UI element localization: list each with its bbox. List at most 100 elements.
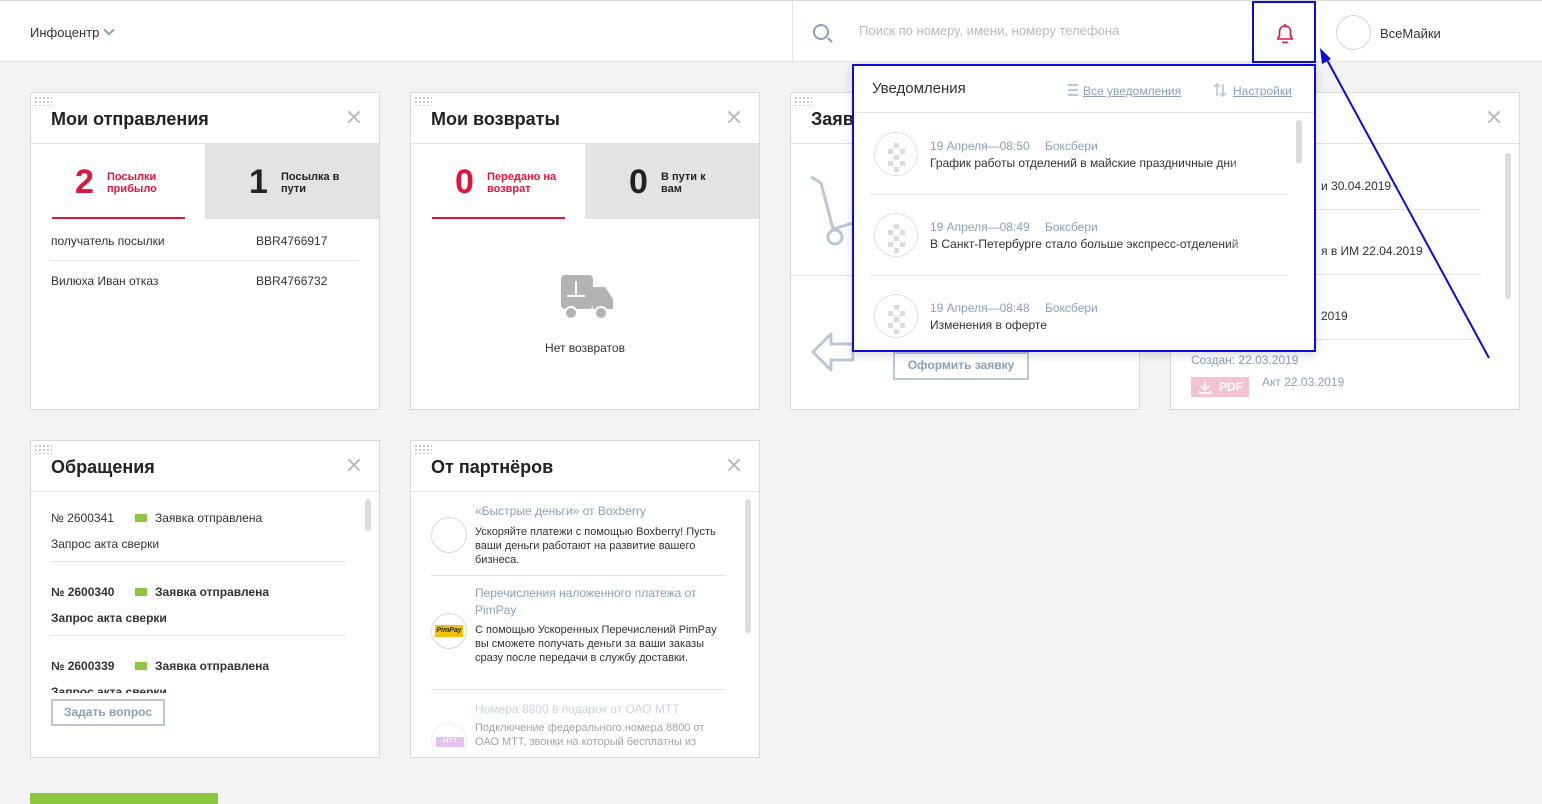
appeals-card: Обращения № 2600341 Заявка отправлена За… — [30, 440, 380, 758]
boxberry-logo — [874, 132, 918, 176]
notification-source: Боксбери — [1045, 220, 1098, 234]
create-request-button[interactable]: Оформить заявку — [893, 352, 1029, 380]
notification-item[interactable]: 19 Апреля—08:50 Боксбери График работы о… — [870, 114, 1288, 195]
drag-handle[interactable] — [34, 444, 52, 454]
stat-number: 1 — [249, 163, 268, 201]
search-input[interactable] — [859, 23, 1189, 38]
avatar[interactable] — [1336, 15, 1371, 50]
divider — [51, 635, 346, 636]
scrollbar[interactable] — [1505, 153, 1511, 299]
partner-text: Подключение федерального номера 8800 от … — [475, 722, 705, 748]
close-icon[interactable] — [1487, 110, 1501, 124]
pdf-label: PDF — [1219, 380, 1243, 394]
divider — [51, 561, 346, 562]
ticket-item[interactable]: № 2600341 Заявка отправлена Запрос акта … — [51, 511, 351, 575]
notification-date: 19 Апреля—08:49 — [930, 220, 1030, 234]
green-action-button[interactable] — [30, 793, 218, 804]
stat-in-transit[interactable]: 1 Посылка в пути — [205, 144, 379, 219]
notifications-title: Уведомления — [872, 80, 966, 97]
partner-item[interactable]: МТТ Номера 8800 в подарок от ОАО МТТ Под… — [431, 701, 727, 751]
ticket-number: № 2600341 — [51, 511, 114, 525]
ticket-subject: Запрос акта сверки — [51, 611, 167, 625]
partners-list: «Быстрые деньги» от Boxberry Ускоряйте п… — [411, 499, 759, 751]
stat-returns-transit[interactable]: 0 В пути к вам — [585, 144, 759, 219]
stat-label: Посылки прибыло — [107, 171, 157, 195]
boxberry-logo — [874, 213, 918, 257]
pdf-download-button[interactable]: PDF — [1191, 377, 1249, 397]
partner-title[interactable]: Номера 8800 в подарок от ОАО МТТ — [475, 701, 725, 718]
ticket-subject: Запрос акта сверки — [51, 685, 167, 693]
my-shipments-card: Мои отправления 2 Посылки прибыло 1 Посы… — [30, 92, 380, 410]
ticket-item[interactable]: № 2600339 Заявка отправлена Запрос акта … — [51, 659, 351, 693]
close-icon[interactable] — [347, 110, 361, 124]
partner-title[interactable]: Перечисления наложенного платежа от PimP… — [475, 585, 725, 619]
notification-text: В Санкт-Петербурге стало больше экспресс… — [930, 237, 1239, 251]
notification-text: Изменения в оферте — [930, 318, 1047, 332]
partner-title[interactable]: «Быстрые деньги» от Boxberry — [475, 503, 725, 520]
tracking-code[interactable]: BBR4766732 — [256, 274, 327, 288]
document-line[interactable]: я в ИМ 22.04.2019 — [1321, 244, 1423, 258]
close-icon[interactable] — [727, 110, 741, 124]
scrollbar[interactable] — [1296, 120, 1302, 164]
stat-label: Посылка в пути — [281, 171, 340, 195]
ask-question-button[interactable]: Задать вопрос — [51, 699, 165, 726]
tracking-code[interactable]: BBR4766917 — [256, 234, 327, 248]
envelope-icon — [135, 588, 147, 596]
notification-text: График работы отделений в майские праздн… — [930, 156, 1237, 170]
divider — [31, 491, 379, 492]
partner-text: Ускоряйте платежи с помощью Boxberry! Пу… — [475, 526, 716, 566]
notification-item[interactable]: 19 Апреля—08:49 Боксбери В Санкт-Петербу… — [870, 195, 1288, 276]
close-icon[interactable] — [727, 458, 741, 472]
ticket-number: № 2600340 — [51, 585, 115, 599]
mtt-logo: МТТ — [431, 723, 467, 751]
scrollbar[interactable] — [745, 499, 751, 633]
partner-item[interactable]: «Быстрые деньги» от Boxberry Ускоряйте п… — [431, 503, 727, 583]
card-title: Заяв — [811, 109, 854, 129]
truck-icon — [561, 275, 613, 320]
my-returns-card: Мои возвраты 0 Передано на возврат 0 В п… — [410, 92, 760, 410]
drag-handle[interactable] — [414, 96, 432, 106]
document-line[interactable]: 2019 — [1321, 309, 1348, 323]
shipment-row[interactable]: Вилюха Иван отказ BBR4766732 — [51, 274, 359, 314]
act-date: Акт 22.03.2019 — [1262, 375, 1345, 389]
stat-number: 0 — [629, 163, 648, 201]
partner-text: С помощью Ускоренных Перечислений PimPay… — [475, 624, 717, 664]
notifications-bell-button[interactable] — [1252, 1, 1316, 63]
drag-handle[interactable] — [794, 96, 812, 106]
stat-number: 0 — [455, 163, 474, 201]
notification-item[interactable]: 19 Апреля—08:48 Боксбери Изменения в офе… — [870, 276, 1288, 350]
recipient-name: Вилюха Иван отказ — [51, 274, 159, 288]
divider — [411, 491, 759, 492]
all-notifications-link[interactable]: Все уведомления — [1083, 84, 1181, 98]
active-underline — [52, 217, 185, 219]
created-date: Создан: 22.03.2019 — [1191, 353, 1299, 367]
ticket-item[interactable]: № 2600340 Заявка отправлена Запрос акта … — [51, 585, 351, 649]
drag-handle[interactable] — [414, 444, 432, 454]
divider — [431, 689, 726, 690]
ticket-status: Заявка отправлена — [155, 585, 270, 599]
document-line[interactable]: и 30.04.2019 — [1321, 179, 1391, 193]
stat-label: В пути к вам — [661, 171, 706, 195]
partner-item[interactable]: PimPay Перечисления наложенного платежа … — [431, 585, 727, 695]
settings-link[interactable]: Настройки — [1233, 84, 1292, 98]
tickets-list: № 2600341 Заявка отправлена Запрос акта … — [31, 501, 379, 693]
bell-icon — [1276, 24, 1294, 44]
drag-handle[interactable] — [34, 96, 52, 106]
pimpay-logo: PimPay — [431, 613, 467, 649]
close-icon[interactable] — [347, 458, 361, 472]
user-name[interactable]: ВсеМайки — [1380, 26, 1441, 41]
stat-arrived[interactable]: 2 Посылки прибыло — [31, 144, 205, 219]
card-title: Мои возвраты — [431, 109, 560, 129]
envelope-icon — [135, 514, 147, 522]
stat-label: Передано на возврат — [487, 171, 557, 195]
stat-sent-return[interactable]: 0 Передано на возврат — [411, 144, 585, 219]
infocenter-label: Инфоцентр — [30, 25, 100, 40]
ticket-subject: Запрос акта сверки — [51, 537, 160, 551]
shipment-row[interactable]: получатель посылки BBR4766917 — [51, 234, 359, 274]
arrow-left-icon — [811, 332, 855, 372]
scrollbar[interactable] — [365, 499, 371, 531]
envelope-icon — [135, 662, 147, 670]
infocenter-dropdown[interactable]: Инфоцентр — [30, 24, 116, 40]
search-icon[interactable] — [813, 24, 829, 40]
ticket-status: Заявка отправлена — [155, 511, 263, 525]
